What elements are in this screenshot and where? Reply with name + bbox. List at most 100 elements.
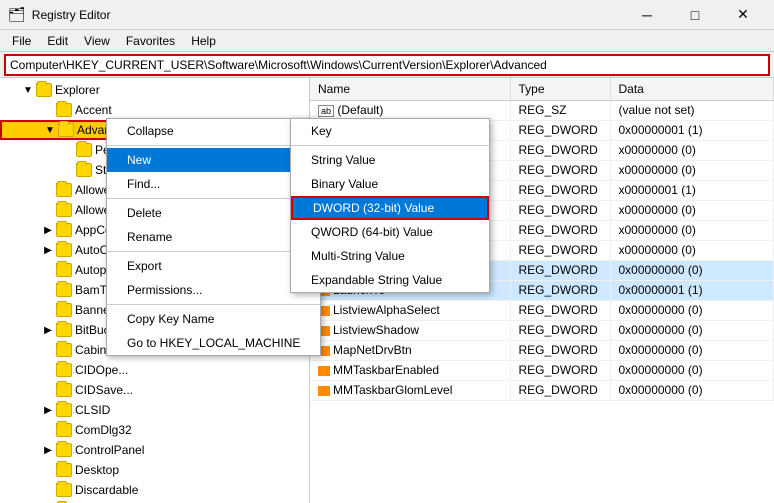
separator — [107, 304, 320, 305]
reg-type: REG_DWORD — [510, 160, 610, 180]
table-row[interactable]: MMTaskbarGlomLevel REG_DWORD 0x00000000 … — [310, 380, 774, 400]
table-row[interactable]: MMTaskbarEnabled REG_DWORD 0x00000000 (0… — [310, 360, 774, 380]
folder-icon — [56, 203, 72, 217]
reg-name: MMTaskbarEnabled — [310, 360, 510, 380]
reg-data: x00000000 (0) — [610, 160, 774, 180]
tree-item-cidope[interactable]: ▶ CIDOpe... — [0, 360, 309, 380]
folder-icon — [56, 103, 72, 117]
reg-data: x00000000 (0) — [610, 200, 774, 220]
ab-icon: ab — [318, 105, 334, 117]
folder-icon — [56, 323, 72, 337]
title-text: Registry Editor — [32, 8, 624, 22]
tree-item-controlpanel[interactable]: ▶ ControlPanel — [0, 440, 309, 460]
dword-icon — [318, 386, 330, 396]
ctx-goto-hklm[interactable]: Go to HKEY_LOCAL_MACHINE — [107, 331, 320, 355]
folder-icon — [56, 423, 72, 437]
reg-type: REG_DWORD — [510, 240, 610, 260]
folder-icon — [56, 263, 72, 277]
sub-dword-value[interactable]: DWORD (32-bit) Value — [291, 196, 489, 220]
ctx-new-label: New — [127, 153, 151, 167]
reg-type: REG_DWORD — [510, 180, 610, 200]
menu-favorites[interactable]: Favorites — [118, 32, 183, 50]
folder-icon — [56, 283, 72, 297]
expand-icon: ▶ — [40, 242, 56, 258]
tree-label: ComDlg32 — [75, 423, 132, 437]
table-row[interactable]: ab (Default) REG_SZ (value not set) — [310, 100, 774, 120]
reg-data: 0x00000000 (0) — [610, 300, 774, 320]
tree-label: Discardable — [75, 483, 138, 497]
reg-type: REG_DWORD — [510, 260, 610, 280]
expand-icon: ▼ — [42, 122, 58, 138]
sub-string-value[interactable]: String Value — [291, 148, 489, 172]
tree-item-comdlg32[interactable]: ▶ ComDlg32 — [0, 420, 309, 440]
menu-view[interactable]: View — [76, 32, 118, 50]
folder-icon — [56, 463, 72, 477]
ctx-find[interactable]: Find... — [107, 172, 320, 196]
menu-file[interactable]: File — [4, 32, 39, 50]
tree-label: CLSID — [75, 403, 110, 417]
folder-icon — [56, 343, 72, 357]
reg-name: MMTaskbarGlomLevel — [310, 380, 510, 400]
ctx-rename[interactable]: Rename — [107, 225, 320, 249]
folder-icon — [56, 223, 72, 237]
folder-icon — [56, 443, 72, 457]
address-input[interactable] — [4, 54, 770, 76]
reg-type: REG_DWORD — [510, 200, 610, 220]
separator — [107, 145, 320, 146]
reg-data: 0x00000000 (0) — [610, 260, 774, 280]
menu-edit[interactable]: Edit — [39, 32, 76, 50]
folder-icon — [36, 83, 52, 97]
col-name: Name — [310, 78, 510, 100]
ctx-copy-key-name[interactable]: Copy Key Name — [107, 307, 320, 331]
ctx-collapse[interactable]: Collapse — [107, 119, 320, 143]
sub-binary-value[interactable]: Binary Value — [291, 172, 489, 196]
tree-item-accent[interactable]: ▶ Accent — [0, 100, 309, 120]
reg-type: REG_DWORD — [510, 320, 610, 340]
folder-icon — [56, 303, 72, 317]
close-button[interactable]: ✕ — [720, 0, 766, 30]
reg-data: 0x00000000 (0) — [610, 380, 774, 400]
reg-data: 0x00000000 (0) — [610, 320, 774, 340]
table-row[interactable]: MapNetDrvBtn REG_DWORD 0x00000000 (0) — [310, 340, 774, 360]
col-type: Type — [510, 78, 610, 100]
sub-key[interactable]: Key — [291, 119, 489, 143]
folder-icon — [56, 483, 72, 497]
reg-type: REG_SZ — [510, 100, 610, 120]
tree-label: CIDSave... — [75, 383, 133, 397]
reg-data: x00000001 (1) — [610, 180, 774, 200]
sub-qword-value[interactable]: QWORD (64-bit) Value — [291, 220, 489, 244]
reg-name: ListviewAlphaSelect — [310, 300, 510, 320]
folder-icon — [58, 123, 74, 137]
ctx-export[interactable]: Export — [107, 254, 320, 278]
reg-type: REG_DWORD — [510, 300, 610, 320]
ctx-new[interactable]: New ▶ — [107, 148, 320, 172]
reg-data: 0x00000001 (1) — [610, 120, 774, 140]
ctx-permissions[interactable]: Permissions... — [107, 278, 320, 302]
sub-multi-string-value[interactable]: Multi-String Value — [291, 244, 489, 268]
reg-data: x00000000 (0) — [610, 220, 774, 240]
menu-help[interactable]: Help — [183, 32, 224, 50]
ctx-delete[interactable]: Delete — [107, 201, 320, 225]
minimize-button[interactable]: ─ — [624, 0, 670, 30]
tree-item-clsid[interactable]: ▶ CLSID — [0, 400, 309, 420]
table-row[interactable]: ListviewAlphaSelect REG_DWORD 0x00000000… — [310, 300, 774, 320]
reg-type: REG_DWORD — [510, 140, 610, 160]
tree-item-cidsave[interactable]: ▶ CIDSave... — [0, 380, 309, 400]
reg-type: REG_DWORD — [510, 340, 610, 360]
expand-icon: ▼ — [20, 82, 36, 98]
reg-type: REG_DWORD — [510, 120, 610, 140]
folder-icon — [56, 383, 72, 397]
maximize-button[interactable]: □ — [672, 0, 718, 30]
tree-item-desktop[interactable]: ▶ Desktop — [0, 460, 309, 480]
reg-data: 0x00000000 (0) — [610, 340, 774, 360]
tree-label: ControlPanel — [75, 443, 144, 457]
expand-icon: ▶ — [40, 442, 56, 458]
reg-data: (value not set) — [610, 100, 774, 120]
separator — [107, 198, 320, 199]
sub-expandable-string-value[interactable]: Expandable String Value — [291, 268, 489, 292]
reg-type: REG_DWORD — [510, 360, 610, 380]
tree-item-explorer[interactable]: ▼ Explorer — [0, 80, 309, 100]
tree-label: CIDOpe... — [75, 363, 128, 377]
table-row[interactable]: ListviewShadow REG_DWORD 0x00000000 (0) — [310, 320, 774, 340]
tree-item-discardable[interactable]: ▶ Discardable — [0, 480, 309, 500]
